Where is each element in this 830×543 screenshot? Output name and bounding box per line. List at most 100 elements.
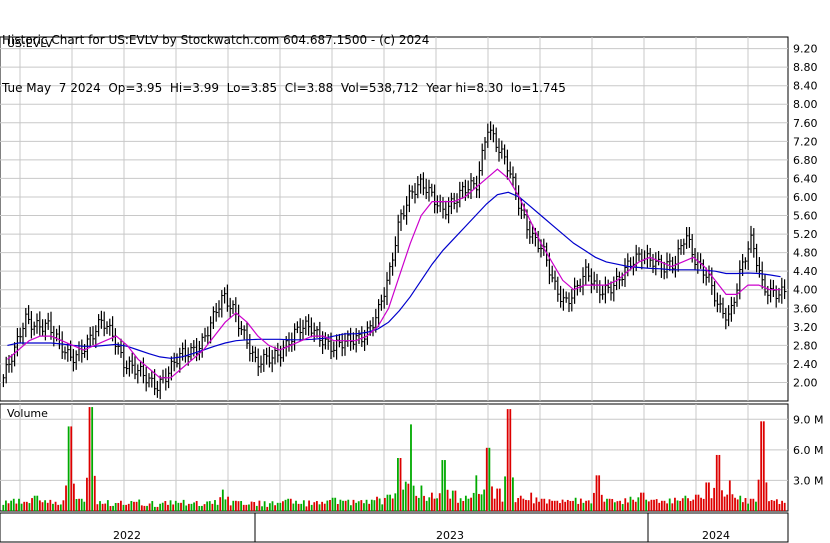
volume-bar [723, 496, 726, 511]
volume-bar [734, 497, 736, 511]
volume-bar [2, 504, 5, 511]
volume-bar [308, 500, 310, 511]
volume-bar [342, 500, 344, 511]
volume-bar [483, 489, 486, 511]
volume-bar [227, 496, 229, 511]
volume-bar [86, 477, 88, 511]
volume-bar [642, 492, 645, 511]
volume-bar [240, 501, 243, 511]
volume-bar [449, 498, 452, 511]
volume-bar [454, 490, 457, 511]
volume-bar [370, 499, 373, 511]
volume-bar [198, 505, 201, 511]
volume-bar [323, 503, 326, 511]
volume-bar [67, 426, 70, 511]
volume-bar [271, 501, 274, 511]
volume-bar [420, 485, 423, 511]
volume-bar [62, 500, 65, 511]
price-tick-label: 6.00 [793, 191, 818, 204]
volume-bar [608, 498, 611, 511]
volume-bar [161, 502, 164, 511]
volume-bar [493, 498, 496, 511]
volume-bar [514, 502, 517, 511]
volume-bar [509, 409, 512, 511]
volume-bar [224, 499, 227, 511]
volume-bar [467, 498, 470, 511]
volume-bar [694, 494, 697, 511]
price-tick-label: 7.60 [793, 117, 818, 130]
volume-bar [164, 501, 167, 511]
volume-bar [666, 503, 668, 511]
volume-bar [616, 501, 619, 511]
volume-bar [349, 505, 352, 511]
volume-bar [195, 500, 198, 511]
volume-bar [404, 481, 407, 511]
volume-bar [540, 498, 543, 511]
volume-bar [274, 505, 276, 511]
volume-bar [749, 498, 752, 511]
volume-bar [28, 503, 31, 511]
volume-bar [488, 447, 491, 511]
volume-bar [15, 503, 18, 511]
volume-bar [587, 500, 590, 511]
volume-bar [248, 504, 250, 511]
volume-bar [660, 500, 663, 511]
volume-bar [626, 502, 629, 511]
volume-bar [135, 501, 138, 511]
volume-bar [446, 489, 449, 511]
volume-bar [378, 498, 381, 511]
volume-bar [781, 500, 783, 511]
volume-bar [96, 504, 99, 511]
volume-bar [5, 500, 7, 511]
volume-bar [472, 492, 475, 511]
volume-bar [276, 502, 279, 511]
volume-bar [148, 503, 151, 511]
volume-bar [559, 503, 561, 511]
volume-bar [355, 502, 358, 511]
volume-bar [715, 454, 718, 511]
volume-bar [538, 501, 540, 511]
volume-bar [402, 489, 405, 511]
volume-bar [133, 501, 135, 511]
volume-bar [394, 493, 397, 511]
volume-bar [302, 500, 305, 511]
price-tick-label: 4.40 [793, 265, 818, 278]
volume-bar [760, 421, 763, 511]
volume-bar [436, 498, 439, 511]
volume-bar [551, 500, 554, 511]
volume-bar [747, 503, 750, 511]
volume-bar [167, 504, 169, 511]
price-tick-label: 3.60 [793, 302, 818, 315]
volume-bar [504, 476, 506, 511]
volume-bar [38, 500, 41, 511]
volume-bar [783, 502, 786, 511]
volume-bar [417, 497, 420, 511]
volume-bar [522, 498, 525, 511]
volume-bar [292, 503, 295, 511]
volume-bar [130, 500, 133, 511]
volume-bar [363, 503, 365, 511]
volume-bar [491, 486, 493, 511]
volume-bar [444, 460, 446, 511]
volume-bar [143, 505, 146, 511]
volume-bar [88, 407, 91, 511]
volume-bar [598, 475, 601, 511]
volume-bar [125, 504, 128, 511]
volume-bar [344, 500, 347, 511]
volume-bar [423, 495, 425, 511]
volume-bar [263, 501, 266, 511]
volume-bar [451, 490, 454, 511]
volume-bar [498, 488, 501, 511]
volume-bar [736, 499, 739, 511]
volume-bar [684, 495, 687, 511]
volume-bar [478, 493, 480, 511]
volume-bar [653, 499, 655, 511]
volume-bar [193, 502, 195, 511]
volume-bar [741, 502, 744, 511]
volume-bar [201, 505, 203, 511]
volume-bar [757, 479, 760, 511]
volume-bar [114, 502, 117, 511]
volume-bar [590, 503, 593, 511]
volume-bar [177, 502, 180, 511]
volume-bar [18, 498, 20, 511]
